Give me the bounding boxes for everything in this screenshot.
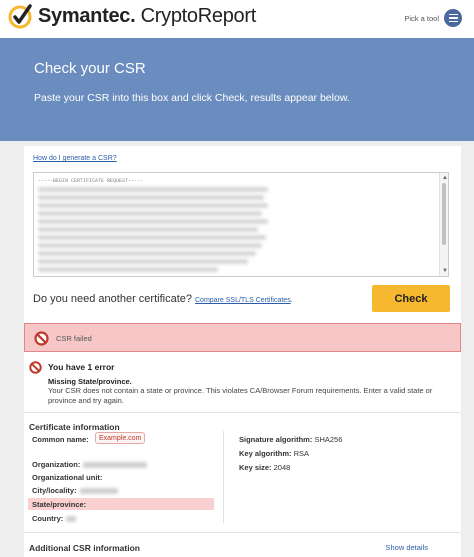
- redacted-value: [83, 462, 148, 469]
- main-card: How do I generate a CSR? -----BEGIN CERT…: [24, 146, 461, 557]
- redacted-csr-line: [38, 251, 256, 256]
- divider: [24, 532, 461, 533]
- show-details-link[interactable]: Show details: [385, 543, 428, 552]
- organizational-unit-field: Organizational unit:: [32, 473, 103, 482]
- csr-failed-banner: CSR failed: [24, 323, 461, 352]
- menu-icon[interactable]: [444, 9, 462, 27]
- csr-textarea[interactable]: -----BEGIN CERTIFICATE REQUEST----- ▲ ▼: [33, 172, 449, 277]
- page-title: Check your CSR: [34, 60, 146, 77]
- redacted-csr-line: [38, 235, 266, 240]
- error-count-title: You have 1 error: [48, 362, 115, 372]
- hero-banner: Check your CSR Paste your CSR into this …: [0, 38, 474, 141]
- top-bar: Symantec. CryptoReport Pick a tool: [0, 0, 474, 38]
- redacted-value: [66, 516, 77, 523]
- divider: [24, 412, 461, 413]
- textarea-scrollbar[interactable]: ▲ ▼: [439, 173, 448, 276]
- status-text: CSR failed: [56, 334, 92, 343]
- page-subtitle: Paste your CSR into this box and click C…: [34, 92, 350, 104]
- redacted-csr-line: [38, 243, 262, 248]
- organization-field: Organization:: [32, 460, 148, 469]
- another-certificate-text: Do you need another certificate?: [33, 293, 192, 305]
- pick-a-tool[interactable]: Pick a tool: [404, 9, 462, 27]
- redacted-csr-line: [38, 227, 258, 232]
- common-name-value: Example.com: [95, 432, 146, 444]
- signature-algorithm-field: Signature algorithm: SHA256: [239, 435, 343, 444]
- key-algorithm-field: Key algorithm: RSA: [239, 449, 310, 458]
- another-certificate-row: Do you need another certificate? Compare …: [33, 293, 293, 305]
- check-button[interactable]: Check: [372, 285, 450, 312]
- state-field: State/province:: [32, 500, 87, 509]
- redacted-csr-line: [38, 211, 262, 216]
- city-field: City/locality:: [32, 486, 118, 495]
- redacted-csr-line: [38, 187, 268, 192]
- symantec-logo[interactable]: Symantec. CryptoReport: [8, 3, 256, 29]
- scroll-down-icon[interactable]: ▼: [442, 268, 448, 274]
- column-divider: [223, 431, 224, 523]
- key-size-field: Key size: 2048: [239, 463, 291, 472]
- logo-text: Symantec. CryptoReport: [38, 4, 256, 27]
- redacted-csr-line: [38, 203, 268, 208]
- how-to-generate-csr-link[interactable]: How do I generate a CSR?: [33, 155, 117, 162]
- scrollbar-thumb[interactable]: [442, 183, 446, 245]
- certificate-info-heading: Certificate information: [29, 422, 120, 432]
- redacted-csr-line: [38, 259, 248, 264]
- additional-info-heading: Additional CSR information: [29, 543, 140, 553]
- csr-header-line: -----BEGIN CERTIFICATE REQUEST-----: [38, 178, 144, 184]
- error-description: Your CSR does not contain a state or pro…: [48, 386, 433, 405]
- country-field: Country:: [32, 514, 77, 523]
- redacted-csr-line: [38, 267, 218, 272]
- redacted-csr-line: [38, 219, 268, 224]
- compare-certificates-link[interactable]: Compare SSL/TLS Certificates: [195, 297, 291, 304]
- error-subtitle: Missing State/province.: [48, 377, 132, 386]
- prohibited-icon: [34, 331, 49, 346]
- common-name-field: Common name:: [32, 435, 89, 444]
- checkmark-logo-icon: [8, 4, 32, 29]
- scroll-up-icon[interactable]: ▲: [442, 175, 448, 181]
- redacted-value: [79, 488, 118, 495]
- pick-a-tool-label: Pick a tool: [404, 13, 439, 23]
- error-icon: [29, 361, 42, 374]
- redacted-csr-line: [38, 195, 264, 200]
